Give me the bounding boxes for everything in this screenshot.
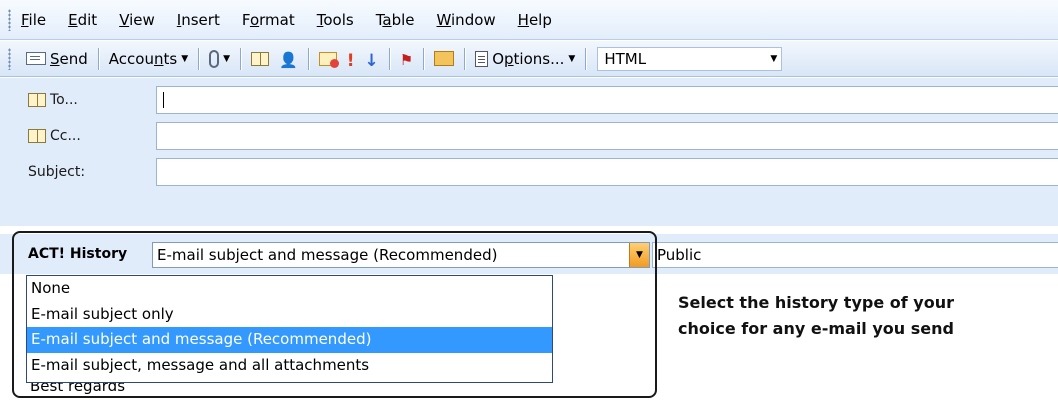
menu-tools[interactable]: Tools <box>317 11 354 29</box>
toolbar-separator <box>464 47 466 70</box>
to-row: To... <box>0 82 1058 118</box>
options-button[interactable]: Options... ▼ <box>470 46 580 72</box>
act-history-select[interactable]: E-mail subject and message (Recommended)… <box>152 242 650 268</box>
address-book-icon <box>251 51 270 66</box>
public-value: Public <box>657 246 702 264</box>
address-book-icon <box>28 93 46 107</box>
check-names-button[interactable]: 👤 <box>274 46 303 72</box>
public-field[interactable]: Public <box>652 242 1058 268</box>
subject-row: Subject: <box>0 154 1058 190</box>
follow-up-button[interactable]: ⚑ <box>395 46 418 72</box>
toolbar-separator <box>198 47 200 70</box>
send-icon <box>26 52 46 65</box>
address-book-icon <box>28 129 46 143</box>
callout-line-2: choice for any e-mail you send <box>678 319 954 338</box>
dropdown-option-subject-only[interactable]: E-mail subject only <box>27 302 552 328</box>
to-field[interactable] <box>156 86 1058 114</box>
high-importance-button[interactable]: ! <box>342 46 360 72</box>
chevron-down-icon: ▼ <box>181 53 189 64</box>
arrow-down-icon: ↓ <box>364 50 379 71</box>
act-history-dropdown-button[interactable]: ▼ <box>629 243 649 267</box>
callout-line-1: Select the history type of your <box>678 293 954 312</box>
send-button[interactable]: Send <box>21 46 93 72</box>
menu-help[interactable]: Help <box>518 11 552 29</box>
toolbar-separator <box>585 47 587 70</box>
dropdown-option-subject-and-message[interactable]: E-mail subject and message (Recommended) <box>27 327 552 353</box>
text-cursor <box>163 92 164 108</box>
cc-label: Cc... <box>50 128 81 144</box>
permission-button[interactable] <box>314 46 342 72</box>
to-button[interactable]: To... <box>28 82 78 118</box>
cc-row: Cc... <box>0 118 1058 154</box>
toolbar-separator <box>240 47 242 70</box>
accounts-label: Accounts <box>108 49 178 68</box>
folder-open-icon <box>434 51 455 66</box>
attach-file-button[interactable]: ▼ <box>204 46 235 72</box>
act-history-row: ACT! History E-mail subject and message … <box>0 234 1058 274</box>
exclamation-icon: ! <box>346 50 355 71</box>
chevron-down-icon: ▼ <box>568 53 576 64</box>
low-importance-button[interactable]: ↓ <box>360 46 384 72</box>
menu-view[interactable]: View <box>119 11 155 29</box>
standard-toolbar: Send Accounts ▼ ▼ 👤 ! ↓ ⚑ Options... ▼ H… <box>0 41 1058 77</box>
accounts-button[interactable]: Accounts ▼ <box>104 46 193 72</box>
act-history-selected-value: E-mail subject and message (Recommended) <box>157 246 498 264</box>
menu-edit[interactable]: Edit <box>68 11 97 29</box>
toolbar-separator <box>97 47 99 70</box>
act-history-dropdown-list: None E-mail subject only E-mail subject … <box>26 275 553 383</box>
options-label: Options... <box>492 49 565 68</box>
paperclip-icon <box>209 49 220 68</box>
menu-window[interactable]: Window <box>437 11 496 29</box>
dropdown-option-none[interactable]: None <box>27 276 552 302</box>
menu-table[interactable]: Table <box>376 11 415 29</box>
menu-insert[interactable]: Insert <box>177 11 220 29</box>
subject-field[interactable] <box>156 158 1058 186</box>
cc-field[interactable] <box>156 122 1058 150</box>
menu-grip[interactable] <box>8 8 11 31</box>
to-label: To... <box>50 92 78 108</box>
toolbar-separator <box>307 47 309 70</box>
subject-label-text: Subject: <box>28 164 86 180</box>
send-label: Send <box>50 49 88 68</box>
callout-text: Select the history type of your choice f… <box>678 290 954 342</box>
address-book-button[interactable] <box>246 46 274 72</box>
toolbar-separator <box>423 47 425 70</box>
message-format-select[interactable]: HTML ▼ <box>597 46 783 71</box>
open-folder-button[interactable] <box>429 46 459 72</box>
check-names-icon: 👤 <box>279 50 298 69</box>
chevron-down-icon[interactable]: ▼ <box>770 54 777 64</box>
envelope-permission-icon <box>318 51 339 68</box>
chevron-down-icon: ▼ <box>636 250 643 260</box>
document-icon <box>475 50 489 67</box>
act-history-label: ACT! History <box>28 246 128 262</box>
flag-icon: ⚑ <box>399 50 414 69</box>
subject-label: Subject: <box>28 154 85 190</box>
cc-button[interactable]: Cc... <box>28 118 81 154</box>
menu-file[interactable]: File <box>21 11 46 29</box>
toolbar-separator <box>388 47 390 70</box>
dropdown-option-all-attachments[interactable]: E-mail subject, message and all attachme… <box>27 353 552 379</box>
menu-format[interactable]: Format <box>242 11 295 29</box>
toolbar-grip[interactable] <box>8 47 11 70</box>
menu-bar: File Edit View Insert Format Tools Table… <box>0 0 1058 40</box>
address-fields: To... Cc... Subject: <box>0 78 1058 226</box>
message-format-value: HTML <box>604 49 647 68</box>
chevron-down-icon: ▼ <box>223 53 231 64</box>
